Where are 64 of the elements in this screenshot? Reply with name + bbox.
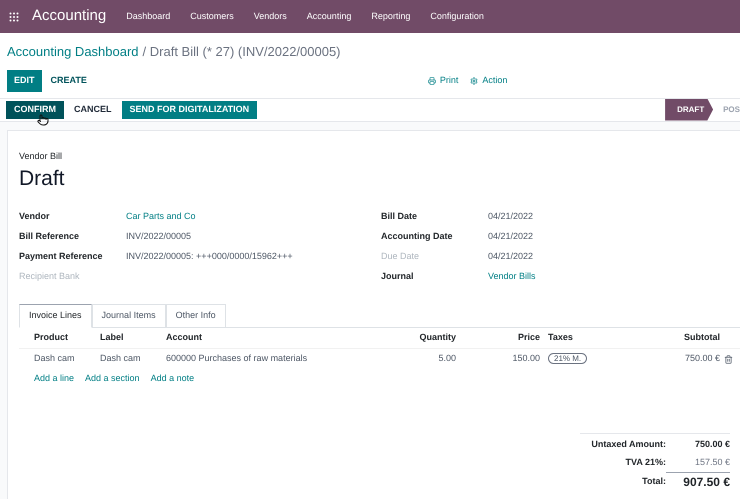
table-cell-text: Dash cam	[34, 352, 76, 366]
action-button[interactable]: Action	[470, 74, 508, 88]
menu-item[interactable]: Vendors	[254, 10, 287, 24]
field-label: Accounting Date	[381, 230, 454, 244]
status-button[interactable]: SEND FOR DIGITALIZATION	[122, 100, 258, 118]
column-header: Product	[34, 331, 70, 344]
field-label: Due Date	[381, 250, 420, 264]
total-label: Total:	[642, 474, 666, 488]
column-header: Subtotal	[683, 331, 720, 344]
field-label: Journal	[381, 270, 415, 284]
add-link[interactable]: Add a line	[34, 372, 74, 386]
menu-item[interactable]: Reporting	[371, 10, 410, 24]
column-header: Label	[100, 331, 125, 344]
field-value: 04/21/2022	[488, 210, 534, 224]
stage[interactable]: DRAFT	[665, 98, 714, 120]
field-value: 04/21/2022	[488, 230, 534, 244]
menu-item[interactable]: Customers	[190, 10, 234, 24]
form-subtitle: Vendor Bill	[19, 150, 64, 162]
status-button[interactable]: CANCEL	[66, 100, 120, 118]
form-tab[interactable]: Other Info	[166, 304, 226, 328]
menu-item[interactable]: Accounting	[306, 10, 352, 24]
column-header: Price	[516, 331, 540, 344]
total-label: Untaxed Amount:	[591, 438, 666, 452]
column-header: Quantity	[418, 331, 456, 344]
table-cell-text: 5.00	[437, 352, 456, 366]
form-tab[interactable]: Invoice Lines	[19, 304, 92, 328]
field-value: 04/21/2022	[488, 250, 534, 264]
column-header: Account	[166, 331, 203, 344]
field-value: INV/2022/00005: +++000/0000/15962+++	[126, 250, 293, 264]
field-value: INV/2022/00005	[126, 230, 192, 244]
table-cell-text: 750.00 €	[684, 352, 720, 366]
delete-icon[interactable]	[724, 354, 733, 364]
apps-menu-icon[interactable]	[8, 10, 20, 22]
create-button[interactable]: CREATE	[42, 70, 96, 92]
column-header: Taxes	[547, 331, 574, 344]
print-button[interactable]: Print	[428, 74, 458, 88]
menu-item[interactable]: Configuration	[430, 10, 484, 24]
table-cell-text: 600000 Purchases of raw materials	[166, 352, 308, 366]
tax-tag: 21% M.	[548, 353, 588, 364]
gear-icon	[470, 76, 478, 84]
breadcrumb-current: / Draft Bill (* 27) (INV/2022/00005)	[142, 43, 341, 61]
field-label: Recipient Bank	[19, 270, 81, 284]
field-link[interactable]: Car Parts and Co	[126, 210, 196, 224]
app-name[interactable]: Accounting	[32, 5, 106, 28]
field-link[interactable]: Vendor Bills	[488, 270, 536, 284]
field-label: Payment Reference	[19, 250, 104, 264]
total-value: 907.50 €	[666, 472, 730, 491]
add-link[interactable]: Add a note	[150, 372, 194, 386]
total-value: 750.00 €	[694, 438, 730, 452]
breadcrumb-link[interactable]: Accounting Dashboard	[7, 42, 139, 62]
menu-item[interactable]: Dashboard	[126, 10, 170, 24]
field-label: Bill Reference	[19, 230, 80, 244]
table-cell-text: 150.00	[511, 352, 540, 366]
printer-icon	[428, 76, 436, 84]
edit-button[interactable]: EDIT	[7, 70, 42, 92]
total-value: 157.50 €	[694, 456, 730, 470]
add-link[interactable]: Add a section	[85, 372, 140, 386]
status-button[interactable]: CONFIRM	[6, 100, 64, 118]
form-title: Draft	[19, 166, 66, 192]
form-tab[interactable]: Journal Items	[92, 304, 166, 328]
field-label: Bill Date	[381, 210, 418, 224]
total-label: TVA 21%:	[625, 456, 666, 470]
table-cell-text: Dash cam	[100, 352, 142, 366]
field-label: Vendor	[19, 210, 51, 224]
